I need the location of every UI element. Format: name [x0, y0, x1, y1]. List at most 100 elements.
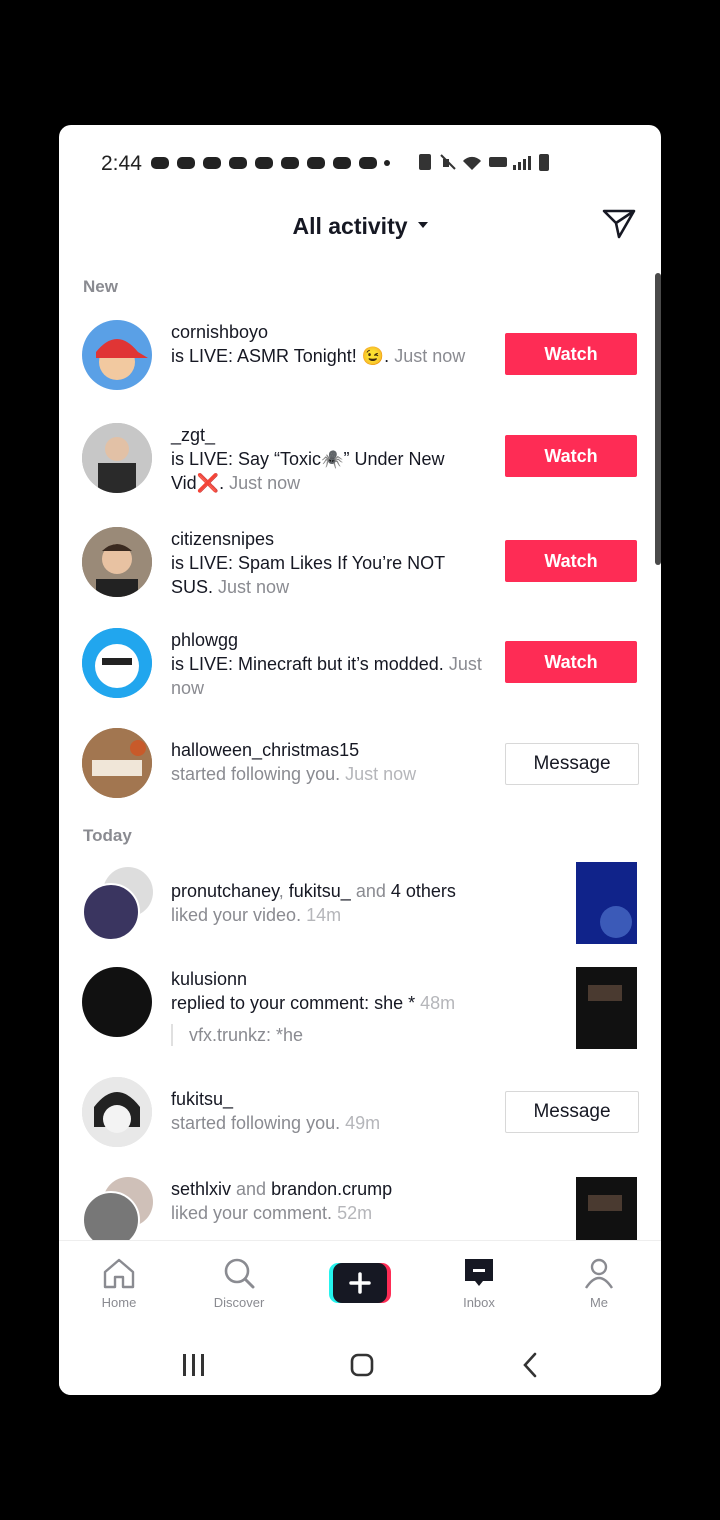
avatar[interactable]	[82, 967, 152, 1037]
direct-message-icon[interactable]	[601, 205, 637, 241]
list-item[interactable]: _zgt_ is LIVE: Say “Toxic🕷️” Under New V…	[59, 423, 661, 505]
notification-message: started following you.	[171, 764, 341, 784]
username: fukitsu_	[288, 881, 351, 901]
section-new-label: New	[83, 277, 118, 296]
username: sethlxiv	[171, 1179, 232, 1199]
message-button[interactable]: Message	[505, 743, 639, 785]
back-icon[interactable]	[521, 1352, 539, 1378]
avatar[interactable]	[82, 1077, 152, 1147]
conjunction: and	[231, 1179, 272, 1199]
username: brandon.crump	[271, 1179, 393, 1199]
notification-message: started following you.	[171, 1113, 341, 1133]
notification-text: _zgt_ is LIVE: Say “Toxic🕷️” Under New V…	[171, 423, 489, 495]
watch-button[interactable]: Watch	[505, 333, 637, 375]
username: halloween_christmas15	[171, 740, 360, 760]
list-item[interactable]: cornishboyo is LIVE: ASMR Tonight! 😉. Ju…	[59, 320, 661, 402]
signal-wifi-battery-icon	[419, 154, 549, 171]
nav-me-label: Me	[589, 1295, 609, 1310]
notification-message: liked your video.	[171, 905, 302, 925]
search-icon	[224, 1258, 255, 1289]
create-video-button[interactable]	[329, 1263, 391, 1303]
notification-message: is LIVE: ASMR Tonight! 😉.	[171, 346, 390, 366]
nav-discover-label: Discover	[213, 1295, 265, 1310]
notification-message: is LIVE: Spam Likes If You’re NOT SUS.	[171, 553, 445, 597]
username: phlowgg	[171, 630, 239, 650]
notification-text: sethlxiv and brandon.crump liked your co…	[171, 1177, 511, 1225]
timestamp: 14m	[306, 905, 342, 925]
notification-text: pronutchaney, fukitsu_ and 4 others like…	[171, 879, 511, 927]
list-item[interactable]: pronutchaney, fukitsu_ and 4 others like…	[59, 862, 661, 949]
nav-inbox[interactable]: Inbox	[419, 1241, 539, 1321]
caret-down-icon	[417, 221, 428, 228]
video-thumbnail[interactable]	[576, 862, 637, 944]
username: kulusionn	[171, 969, 248, 989]
status-time: 2:44	[101, 152, 142, 175]
avatar[interactable]	[82, 1191, 140, 1240]
avatar[interactable]	[82, 527, 152, 597]
timestamp: Just now	[345, 764, 417, 784]
others-count: 4 others	[390, 881, 456, 901]
inbox-icon	[465, 1259, 493, 1286]
recent-apps-icon[interactable]	[181, 1354, 207, 1376]
quoted-comment: vfx.trunkz: *he	[171, 1024, 303, 1046]
nav-home-label: Home	[101, 1295, 137, 1310]
discord-notification-icon	[151, 157, 390, 169]
status-bar: 2:44	[59, 125, 661, 195]
system-status-icons	[419, 151, 561, 173]
timestamp: 48m	[420, 993, 456, 1013]
timestamp: Just now	[394, 346, 466, 366]
profile-icon	[584, 1258, 614, 1289]
notification-text: citizensnipes is LIVE: Spam Likes If You…	[171, 527, 489, 599]
system-navigation-bar	[59, 1330, 661, 1395]
nav-home[interactable]: Home	[59, 1241, 179, 1321]
notification-text: fukitsu_ started following you. 49m	[171, 1087, 489, 1135]
message-button[interactable]: Message	[505, 1091, 639, 1133]
avatar[interactable]	[82, 883, 140, 941]
avatar[interactable]	[82, 423, 152, 493]
nav-me[interactable]: Me	[539, 1241, 659, 1321]
phone-screen: 2:44 All activity New cornishboyo is LIV…	[59, 125, 661, 1395]
notification-text: cornishboyo is LIVE: ASMR Tonight! 😉. Ju…	[171, 320, 489, 368]
scrollbar[interactable]	[655, 273, 661, 565]
username: _zgt_	[171, 425, 216, 445]
list-item[interactable]: citizensnipes is LIVE: Spam Likes If You…	[59, 527, 661, 609]
activity-header: All activity	[59, 195, 661, 255]
notification-text: phlowgg is LIVE: Minecraft but it’s modd…	[171, 628, 489, 700]
list-item[interactable]: phlowgg is LIVE: Minecraft but it’s modd…	[59, 628, 661, 710]
avatar[interactable]	[82, 728, 152, 798]
username: pronutchaney	[171, 881, 279, 901]
notification-text: halloween_christmas15 started following …	[171, 738, 489, 786]
timestamp: 52m	[337, 1203, 373, 1223]
conjunction: and	[350, 881, 391, 901]
list-item[interactable]: kulusionn replied to your comment: she *…	[59, 967, 661, 1067]
timestamp: Just now	[218, 577, 290, 597]
video-thumbnail[interactable]	[576, 967, 637, 1049]
list-item[interactable]: sethlxiv and brandon.crump liked your co…	[59, 1177, 661, 1240]
watch-button[interactable]: Watch	[505, 435, 637, 477]
nav-inbox-label: Inbox	[463, 1295, 495, 1310]
notification-message: replied to your comment: she *	[171, 993, 416, 1013]
username: fukitsu_	[171, 1089, 234, 1109]
avatar[interactable]	[82, 628, 152, 698]
username: cornishboyo	[171, 322, 269, 342]
separator: ,	[278, 881, 289, 901]
home-icon	[103, 1258, 135, 1289]
notification-message: is LIVE: Minecraft but it’s modded.	[171, 654, 444, 674]
watch-button[interactable]: Watch	[505, 540, 637, 582]
notification-message: is LIVE: Say “Toxic🕷️” Under New Vid❌.	[171, 449, 445, 493]
list-item[interactable]: halloween_christmas15 started following …	[59, 728, 661, 810]
notification-text: kulusionn replied to your comment: she *…	[171, 967, 489, 1015]
home-system-icon[interactable]	[350, 1353, 374, 1377]
nav-discover[interactable]: Discover	[179, 1241, 299, 1321]
username: citizensnipes	[171, 529, 275, 549]
timestamp: 49m	[345, 1113, 381, 1133]
avatar[interactable]	[82, 320, 152, 390]
video-thumbnail[interactable]	[576, 1177, 637, 1240]
watch-button[interactable]: Watch	[505, 641, 637, 683]
list-item[interactable]: fukitsu_ started following you. 49m Mess…	[59, 1077, 661, 1159]
activity-filter-dropdown[interactable]: All activity	[59, 213, 661, 240]
section-today-label: Today	[83, 826, 132, 845]
notification-icons	[151, 154, 391, 172]
page-title: All activity	[292, 213, 408, 239]
timestamp: Just now	[229, 473, 301, 493]
